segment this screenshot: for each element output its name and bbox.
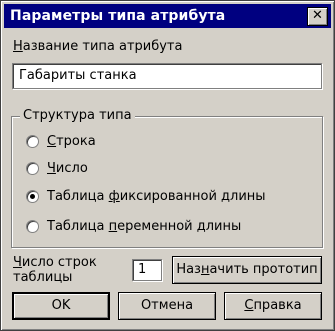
attribute-name-value: Габариты станка bbox=[19, 68, 137, 83]
structure-legend: Структура типа bbox=[20, 108, 135, 123]
close-button[interactable]: ✕ bbox=[307, 7, 328, 26]
close-icon: ✕ bbox=[312, 8, 323, 23]
radio-string-label: Строка bbox=[47, 133, 96, 149]
row-count-label: Число строк таблицы bbox=[13, 255, 97, 285]
radio-variable-table-control[interactable] bbox=[26, 219, 39, 233]
radio-variable-table[interactable]: Таблица переменной длины bbox=[26, 217, 241, 235]
radio-fixed-table-control[interactable] bbox=[26, 189, 39, 203]
cancel-button[interactable]: Отмена bbox=[118, 292, 216, 320]
dialog-title: Параметры типа атрибута bbox=[10, 8, 226, 24]
name-accel: Н bbox=[13, 39, 23, 54]
radio-fixed-table[interactable]: Таблица фиксированной длины bbox=[26, 187, 266, 205]
title-bar[interactable]: Параметры типа атрибута ✕ bbox=[4, 4, 331, 28]
radio-string-control[interactable] bbox=[26, 134, 39, 148]
help-button[interactable]: Справка bbox=[224, 292, 322, 320]
radio-number-label: Число bbox=[47, 160, 88, 176]
assign-prototype-button[interactable]: Назначить прототип bbox=[172, 256, 322, 284]
name-field-label: Название типа атрибута bbox=[13, 39, 183, 54]
radio-string[interactable]: Строка bbox=[26, 132, 96, 150]
radio-number[interactable]: Число bbox=[26, 159, 88, 177]
structure-group: Структура типа Строка Число Таблица фикс… bbox=[11, 108, 323, 248]
row-count-value: 1 bbox=[138, 262, 147, 277]
radio-number-control[interactable] bbox=[26, 161, 39, 175]
radio-variable-table-label: Таблица переменной длины bbox=[47, 218, 242, 234]
attribute-type-dialog: Параметры типа атрибута ✕ Название типа … bbox=[0, 0, 335, 331]
row-count-input[interactable]: 1 bbox=[132, 259, 162, 281]
radio-fixed-table-label: Таблица фиксированной длины bbox=[47, 188, 266, 204]
ok-button[interactable]: OK bbox=[12, 292, 110, 320]
attribute-name-input[interactable]: Габариты станка bbox=[12, 63, 322, 89]
